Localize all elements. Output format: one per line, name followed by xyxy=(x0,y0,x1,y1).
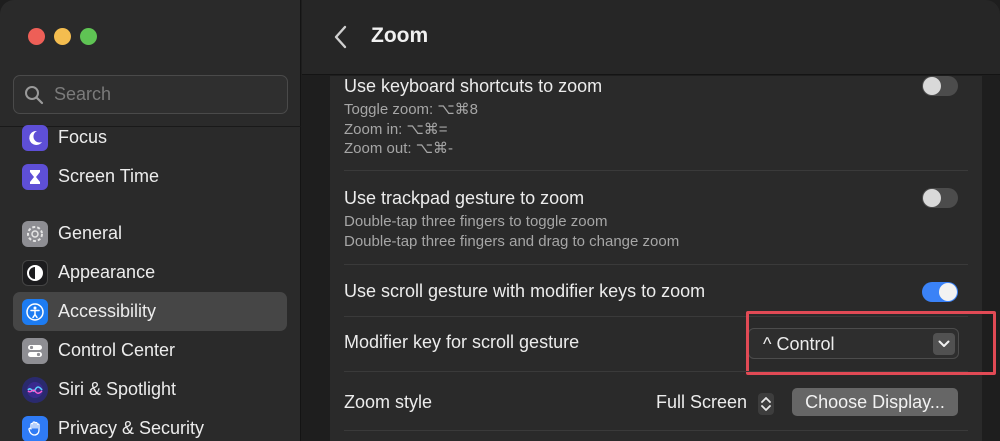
sidebar-item-general[interactable]: General xyxy=(13,214,287,253)
sidebar-item-label: Control Center xyxy=(58,340,176,360)
row-title: Modifier key for scroll gesture xyxy=(344,332,580,352)
search-icon xyxy=(25,85,44,104)
sidebar-item-control-center[interactable]: Control Center xyxy=(13,331,287,370)
zoom-style-value[interactable]: Full Screen xyxy=(656,392,747,413)
row-title: Use keyboard shortcuts to zoom xyxy=(344,76,603,96)
keyboard-shortcuts-toggle[interactable] xyxy=(922,76,958,96)
control-center-icon xyxy=(22,337,48,364)
sidebar-item-siri-spotlight[interactable]: Siri & Spotlight xyxy=(13,370,287,409)
close-button[interactable] xyxy=(28,28,45,45)
search-field[interactable]: Search xyxy=(13,75,288,114)
row-title: Use scroll gesture with modifier keys to… xyxy=(344,281,706,301)
settings-group: Use keyboard shortcuts to zoom Toggle zo… xyxy=(330,76,996,441)
back-chevron-icon[interactable] xyxy=(330,24,352,50)
sidebar-item-label: General xyxy=(58,223,123,243)
sidebar-item-focus[interactable]: Focus xyxy=(13,118,287,157)
scroll-gesture-toggle[interactable] xyxy=(922,282,958,302)
siri-icon xyxy=(22,376,48,403)
settings-window: Search Focus Screen Time General Appeara… xyxy=(0,0,1000,441)
choose-display-button[interactable]: Choose Display... xyxy=(792,388,958,416)
sidebar-item-label: Focus xyxy=(58,127,108,147)
divider xyxy=(344,170,968,171)
row-title: Use trackpad gesture to zoom xyxy=(344,188,585,208)
sidebar-item-label: Appearance xyxy=(58,262,156,282)
appearance-icon xyxy=(22,259,48,286)
divider xyxy=(344,371,968,372)
hand-icon xyxy=(22,415,48,441)
main-pane: Zoom Use keyboard shortcuts to zoom Togg… xyxy=(302,0,1000,441)
row-subtitle: Double-tap three fingers to toggle zoom xyxy=(344,213,608,230)
minimize-button[interactable] xyxy=(54,28,71,45)
keyboard-shortcuts-row: Use keyboard shortcuts to zoom Toggle zo… xyxy=(330,76,982,172)
sidebar-item-accessibility[interactable]: Accessibility xyxy=(13,292,287,331)
search-placeholder: Search xyxy=(54,84,112,104)
page-title: Zoom xyxy=(371,24,429,47)
sidebar-item-appearance[interactable]: Appearance xyxy=(13,253,287,292)
window-controls xyxy=(28,28,97,45)
sidebar-item-screen-time[interactable]: Screen Time xyxy=(13,157,287,196)
trackpad-gesture-toggle[interactable] xyxy=(922,188,958,208)
divider xyxy=(344,264,968,265)
row-title: Zoom style xyxy=(344,392,433,412)
toolbar: Zoom xyxy=(302,0,1000,75)
row-subtitle: Zoom out: ⌥⌘- xyxy=(344,140,453,157)
hourglass-icon xyxy=(22,163,48,190)
sidebar-item-label: Accessibility xyxy=(58,301,157,321)
row-subtitle: Double-tap three fingers and drag to cha… xyxy=(344,233,680,250)
divider xyxy=(344,430,968,431)
scroll-gesture-row: Use scroll gesture with modifier keys to… xyxy=(330,281,982,311)
highlight-box xyxy=(746,311,996,375)
row-subtitle: Zoom in: ⌥⌘= xyxy=(344,121,448,138)
gear-icon xyxy=(22,220,48,247)
sidebar-item-privacy-security[interactable]: Privacy & Security xyxy=(13,409,287,441)
sidebar: Search Focus Screen Time General Appeara… xyxy=(0,0,301,441)
sidebar-item-label: Screen Time xyxy=(58,166,160,186)
sidebar-item-label: Siri & Spotlight xyxy=(58,379,177,399)
up-down-chevron-icon[interactable] xyxy=(758,393,774,415)
sidebar-item-label: Privacy & Security xyxy=(58,418,205,438)
accessibility-icon xyxy=(22,298,48,325)
moon-icon xyxy=(22,124,48,151)
trackpad-gesture-row: Use trackpad gesture to zoom Double-tap … xyxy=(330,188,982,264)
row-subtitle: Toggle zoom: ⌥⌘8 xyxy=(344,101,479,118)
zoom-button[interactable] xyxy=(80,28,97,45)
